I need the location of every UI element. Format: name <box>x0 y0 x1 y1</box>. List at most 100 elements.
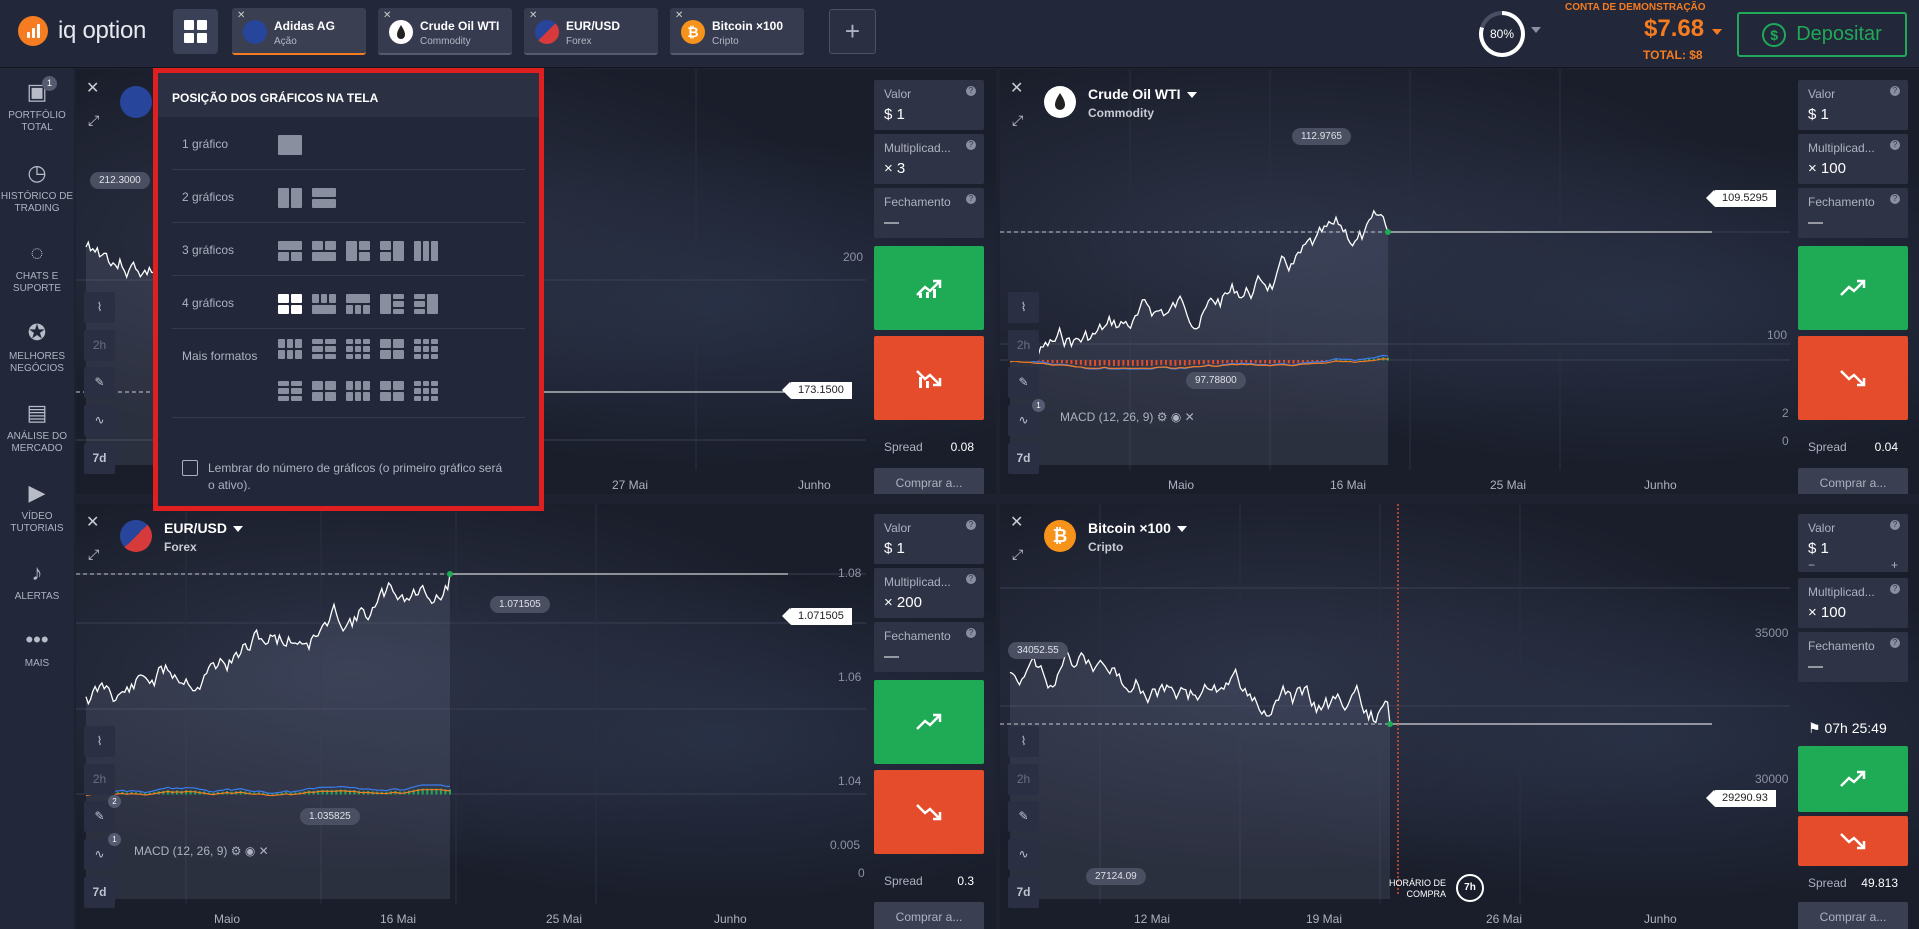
timeframe-2h-button[interactable]: 2h <box>84 330 115 361</box>
price-chart[interactable] <box>1000 504 1919 929</box>
buy-button[interactable] <box>1798 246 1908 330</box>
logo[interactable]: iq option <box>18 16 146 46</box>
gear-icon[interactable]: ⚙ <box>231 844 242 858</box>
chevron-down-icon[interactable] <box>1712 29 1722 35</box>
asset-title[interactable]: EUR/USD <box>164 520 244 536</box>
layout-more-option[interactable] <box>278 339 302 359</box>
remember-layout-checkbox[interactable] <box>182 460 198 476</box>
buy-at-button[interactable]: Comprar a... <box>1798 902 1908 929</box>
layout-4-option[interactable] <box>346 294 370 314</box>
macd-indicator[interactable]: MACD (12, 26, 9) ⚙ ◉ ✕ <box>134 844 269 858</box>
help-icon[interactable]: ? <box>966 194 976 204</box>
indicators-button[interactable]: ∿ 1 <box>1008 399 1045 436</box>
eye-icon[interactable]: ◉ <box>245 844 255 858</box>
expand-icon[interactable]: ⤢ <box>1012 112 1023 129</box>
close-field[interactable]: Fechamento? — <box>874 622 984 672</box>
buy-button[interactable] <box>874 246 984 330</box>
buy-button[interactable] <box>874 680 984 764</box>
asset-title[interactable]: Bitcoin ×100 <box>1088 520 1187 536</box>
chart-type-button[interactable]: ⌇ <box>1008 292 1039 323</box>
sidebar-item-history[interactable]: ◷ HISTÓRICO DE TRADING <box>0 161 74 215</box>
tab-bitcoin[interactable]: ✕ ₿ Bitcoin ×100 Cripto <box>670 8 804 55</box>
layout-4-option[interactable] <box>380 294 404 314</box>
macd-indicator[interactable]: MACD (12, 26, 9) ⚙ ◉ ✕ <box>1060 410 1195 424</box>
timeframe-2h-button[interactable]: 2h <box>1008 330 1039 361</box>
eye-icon[interactable]: ◉ <box>1171 410 1181 424</box>
close-tab-icon[interactable]: ✕ <box>529 10 537 21</box>
expand-icon[interactable]: ⤢ <box>1012 546 1023 563</box>
layout-2-rows-option[interactable] <box>312 188 336 208</box>
sell-button[interactable] <box>1798 336 1908 420</box>
layout-more-option[interactable] <box>380 339 404 359</box>
layout-more-option[interactable] <box>414 339 438 359</box>
drawing-tool-button[interactable]: ✎ <box>1008 801 1039 832</box>
sell-button[interactable] <box>1798 816 1908 866</box>
layout-3-option[interactable] <box>346 241 370 261</box>
layout-more-option[interactable] <box>380 381 404 401</box>
chart-type-button[interactable]: ⌇ <box>1008 726 1039 757</box>
layout-2-columns-option[interactable] <box>278 188 302 208</box>
layout-more-option[interactable] <box>346 339 370 359</box>
layout-4-option[interactable] <box>414 294 438 314</box>
amount-field[interactable]: Valor? $ 1 <box>1798 80 1908 130</box>
help-icon[interactable]: ? <box>966 140 976 150</box>
timeframe-7d-button[interactable]: 7d <box>1008 443 1039 474</box>
timeframe-7d-button[interactable]: 7d <box>1008 877 1039 908</box>
multiplier-field[interactable]: Multiplicad...? × 100 <box>1798 134 1908 184</box>
help-icon[interactable]: ? <box>1890 194 1900 204</box>
close-tab-icon[interactable]: ✕ <box>237 10 245 21</box>
help-icon[interactable]: ? <box>966 520 976 530</box>
asset-title[interactable]: Crude Oil WTI <box>1088 86 1197 102</box>
sidebar-item-chat[interactable]: ◌ CHATS E SUPORTE <box>0 241 74 295</box>
help-icon[interactable]: ? <box>1890 520 1900 530</box>
amount-field[interactable]: Valor? $ 1 <box>874 80 984 130</box>
deposit-button[interactable]: $ Depositar <box>1737 12 1907 57</box>
layout-3-option[interactable] <box>278 241 302 261</box>
sidebar-item-more[interactable]: ••• MAIS <box>0 628 74 670</box>
layout-3-option[interactable] <box>414 241 438 261</box>
sidebar-item-portfolio[interactable]: ▣ 1 PORTFÓLIO TOTAL <box>0 76 74 134</box>
timeframe-7d-button[interactable]: 7d <box>84 877 115 908</box>
chevron-down-icon[interactable] <box>1531 27 1541 33</box>
help-icon[interactable]: ? <box>1890 86 1900 96</box>
close-icon[interactable]: ✕ <box>1010 78 1023 98</box>
sell-button[interactable] <box>874 770 984 854</box>
progress-ring[interactable]: 80% <box>1479 11 1525 57</box>
help-icon[interactable]: ? <box>966 574 976 584</box>
chart-type-button[interactable]: ⌇ <box>84 292 115 323</box>
layout-more-option[interactable] <box>312 339 336 359</box>
close-icon[interactable]: ✕ <box>86 512 99 532</box>
layout-more-option[interactable] <box>312 381 336 401</box>
drawing-tool-button[interactable]: ✎ <box>1008 367 1039 398</box>
tab-crude-oil[interactable]: ✕ Crude Oil WTI Commodity <box>378 8 512 55</box>
multiplier-field[interactable]: Multiplicad...? × 100 <box>1798 578 1908 628</box>
close-tab-icon[interactable]: ✕ <box>675 10 683 21</box>
layout-4-option[interactable] <box>278 294 302 314</box>
buy-at-button[interactable]: Comprar a... <box>874 902 984 929</box>
close-field[interactable]: Fechamento? — <box>1798 188 1908 238</box>
add-asset-button[interactable]: + <box>829 9 876 54</box>
multiplier-field[interactable]: Multiplicad...? × 3 <box>874 134 984 184</box>
layout-more-option[interactable] <box>346 381 370 401</box>
tab-eur-usd[interactable]: ✕ EUR/USD Forex <box>524 8 658 55</box>
sidebar-item-top-deals[interactable]: ✪ MELHORES NEGÓCIOS <box>0 321 74 375</box>
layout-more-option[interactable] <box>278 381 302 401</box>
buy-at-button[interactable]: Comprar a... <box>1798 468 1908 494</box>
increase-button[interactable]: + <box>1891 558 1898 572</box>
close-icon[interactable]: ✕ <box>1010 512 1023 532</box>
amount-field[interactable]: Valor? $ 1 <box>874 514 984 564</box>
sidebar-item-alerts[interactable]: ♪ ALERTAS <box>0 561 74 603</box>
indicators-button[interactable]: ∿ <box>1008 839 1039 870</box>
timeframe-2h-button[interactable]: 2h <box>1008 764 1039 795</box>
close-field[interactable]: Fechamento? — <box>874 188 984 238</box>
layout-4-option[interactable] <box>312 294 336 314</box>
help-icon[interactable]: ? <box>966 86 976 96</box>
help-icon[interactable]: ? <box>1890 584 1900 594</box>
tab-adidas[interactable]: ✕ Adidas AG Ação <box>232 8 366 55</box>
price-chart[interactable] <box>1000 70 1919 494</box>
drawing-tool-button[interactable]: ✎ <box>84 367 115 398</box>
decrease-button[interactable]: − <box>1808 558 1815 572</box>
sidebar-item-market-analysis[interactable]: ▤ ANÁLISE DO MERCADO <box>0 401 74 455</box>
layout-3-option[interactable] <box>380 241 404 261</box>
expand-icon[interactable]: ⤢ <box>88 546 99 563</box>
